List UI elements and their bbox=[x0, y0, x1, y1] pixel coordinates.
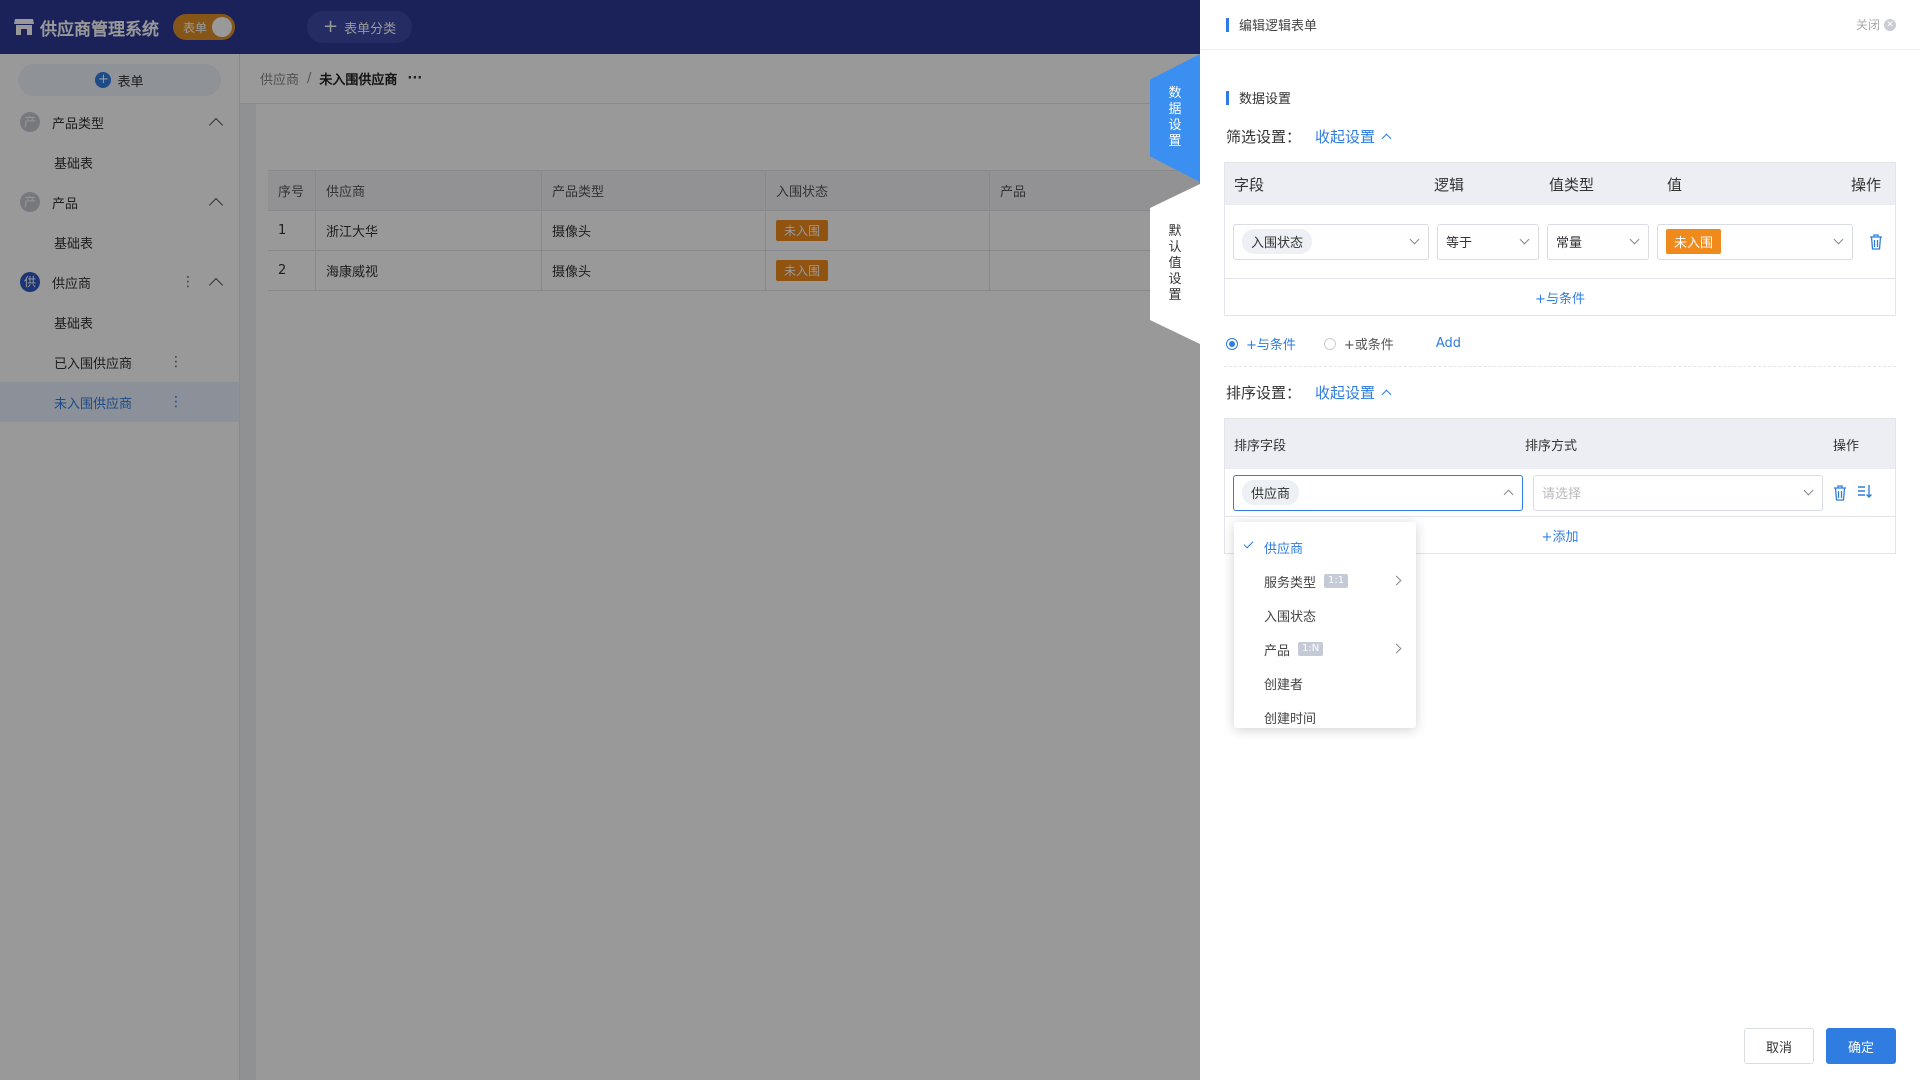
col-header-value: 值 bbox=[1667, 175, 1683, 194]
option-label: 创建者 bbox=[1264, 677, 1304, 693]
condition-type-radios: +与条件 +或条件 Add bbox=[1226, 334, 1461, 353]
sort-icon[interactable] bbox=[1857, 483, 1873, 503]
radio-label: +或条件 bbox=[1343, 338, 1394, 353]
drawer-footer-buttons: 取消 确定 bbox=[1744, 1028, 1896, 1064]
confirm-button[interactable]: 确定 bbox=[1826, 1028, 1896, 1064]
tab-label-char: 置 bbox=[1168, 288, 1182, 303]
option-label: 产品 bbox=[1264, 643, 1291, 659]
chevron-down-icon bbox=[1833, 234, 1844, 245]
filter-label: 筛选设置： bbox=[1226, 128, 1302, 146]
logic-value: 等于 bbox=[1446, 236, 1473, 251]
sort-table-header: 排序字段 排序方式 操作 bbox=[1225, 419, 1895, 469]
close-icon: ✕ bbox=[1884, 18, 1896, 31]
tab-label-char: 设 bbox=[1168, 272, 1182, 287]
chevron-down-icon bbox=[1629, 234, 1640, 245]
tab-label-char: 值 bbox=[1168, 256, 1182, 271]
filter-table-header: 字段 逻辑 值类型 值 操作 bbox=[1225, 163, 1895, 205]
field-select[interactable]: 入围状态 bbox=[1233, 223, 1429, 260]
radio-label: +与条件 bbox=[1246, 338, 1296, 353]
tab-label-char: 据 bbox=[1168, 102, 1182, 117]
filter-table: 字段 逻辑 值类型 值 操作 入围状态 等于 常量 未入围 +与条件 bbox=[1224, 162, 1896, 316]
sort-method-placeholder: 请选择 bbox=[1542, 487, 1582, 502]
sort-field-select[interactable]: 供应商 bbox=[1233, 474, 1523, 511]
sort-field-dropdown: 供应商 服务类型 1:1 入围状态 产品 1:N 创建者 创建时间 bbox=[1234, 522, 1416, 728]
relation-badge: 1:1 bbox=[1324, 574, 1349, 588]
col-header-action: 操作 bbox=[1833, 438, 1860, 454]
check-icon bbox=[1243, 538, 1254, 549]
drawer-title: 编辑逻辑表单 bbox=[1239, 19, 1318, 34]
title-accent-bar bbox=[1226, 17, 1229, 32]
close-button[interactable]: 关闭 ✕ bbox=[1856, 16, 1896, 33]
chevron-down-icon bbox=[1519, 234, 1530, 245]
sort-settings-label: 排序设置： 收起设置 bbox=[1226, 382, 1392, 403]
chevron-up-icon bbox=[1503, 489, 1514, 500]
collapse-label: 收起设置 bbox=[1315, 384, 1376, 402]
chevron-up-icon bbox=[1381, 133, 1392, 144]
chevron-up-icon bbox=[1381, 389, 1392, 400]
dropdown-option[interactable]: 入围状态 bbox=[1234, 598, 1416, 632]
sort-field-tag: 供应商 bbox=[1242, 480, 1300, 505]
sort-row: 供应商 请选择 bbox=[1225, 469, 1895, 517]
radio-and-condition[interactable]: +与条件 bbox=[1226, 334, 1296, 353]
option-label: 服务类型 bbox=[1264, 575, 1317, 591]
field-tag: 入围状态 bbox=[1242, 229, 1313, 254]
relation-badge: 1:N bbox=[1298, 642, 1324, 656]
chevron-down-icon bbox=[1409, 234, 1420, 245]
dropdown-option[interactable]: 供应商 bbox=[1234, 530, 1416, 564]
collapse-sort-link[interactable]: 收起设置 bbox=[1315, 382, 1392, 403]
sort-label: 排序设置： bbox=[1226, 384, 1302, 402]
tab-label-char: 数 bbox=[1168, 86, 1182, 101]
filter-row: 入围状态 等于 常量 未入围 bbox=[1225, 205, 1895, 279]
modal-overlay[interactable] bbox=[0, 0, 1200, 1080]
option-label: 创建时间 bbox=[1264, 711, 1317, 727]
sort-method-select[interactable]: 请选择 bbox=[1533, 474, 1823, 511]
col-header-field: 字段 bbox=[1234, 175, 1265, 194]
value-type-select[interactable]: 常量 bbox=[1547, 223, 1649, 260]
section-title-label: 数据设置 bbox=[1239, 92, 1292, 107]
title-accent-bar bbox=[1226, 90, 1229, 105]
radio-or-condition[interactable]: +或条件 bbox=[1323, 334, 1394, 353]
tab-label-char: 置 bbox=[1168, 134, 1182, 149]
logic-select[interactable]: 等于 bbox=[1437, 223, 1539, 260]
col-header-logic: 逻辑 bbox=[1434, 175, 1465, 194]
chevron-right-icon bbox=[1391, 643, 1402, 654]
col-header-value-type: 值类型 bbox=[1549, 175, 1595, 194]
chevron-right-icon bbox=[1391, 575, 1402, 586]
dropdown-option[interactable]: 创建者 bbox=[1234, 666, 1416, 700]
chevron-down-icon bbox=[1803, 485, 1814, 496]
trash-icon[interactable] bbox=[1869, 233, 1883, 250]
tab-default-settings[interactable]: 默认值设置 bbox=[1150, 184, 1200, 344]
option-label: 供应商 bbox=[1264, 541, 1304, 557]
drawer-header: 编辑逻辑表单 关闭 ✕ bbox=[1200, 0, 1920, 50]
tab-label-char: 默 bbox=[1168, 224, 1182, 239]
dropdown-option[interactable]: 产品 1:N bbox=[1234, 632, 1416, 666]
close-label: 关闭 bbox=[1855, 18, 1880, 32]
tab-label: 数据设置 bbox=[1168, 86, 1181, 150]
add-link[interactable]: Add bbox=[1436, 336, 1461, 351]
radio-dot bbox=[1226, 337, 1238, 350]
col-header-sort-method: 排序方式 bbox=[1525, 438, 1578, 454]
value-type-value: 常量 bbox=[1556, 236, 1583, 251]
section-title: 数据设置 bbox=[1226, 88, 1291, 107]
radio-dot bbox=[1323, 337, 1336, 350]
tab-label-char: 认 bbox=[1168, 240, 1182, 255]
value-tag: 未入围 bbox=[1666, 229, 1722, 254]
add-and-condition-link[interactable]: +与条件 bbox=[1225, 279, 1895, 315]
collapse-filter-link[interactable]: 收起设置 bbox=[1315, 126, 1392, 147]
col-header-action: 操作 bbox=[1851, 175, 1882, 194]
cancel-button[interactable]: 取消 bbox=[1744, 1028, 1814, 1064]
col-header-sort-field: 排序字段 bbox=[1234, 438, 1287, 454]
collapse-label: 收起设置 bbox=[1315, 128, 1376, 146]
tab-label-char: 设 bbox=[1168, 118, 1182, 133]
dropdown-option[interactable]: 服务类型 1:1 bbox=[1234, 564, 1416, 598]
dropdown-option[interactable]: 创建时间 bbox=[1234, 700, 1416, 728]
option-label: 入围状态 bbox=[1264, 609, 1317, 625]
trash-icon[interactable] bbox=[1833, 484, 1847, 501]
filter-settings-label: 筛选设置： 收起设置 bbox=[1226, 126, 1392, 147]
section-divider bbox=[1224, 366, 1896, 367]
tab-label: 默认值设置 bbox=[1168, 224, 1181, 304]
value-select[interactable]: 未入围 bbox=[1657, 223, 1853, 260]
